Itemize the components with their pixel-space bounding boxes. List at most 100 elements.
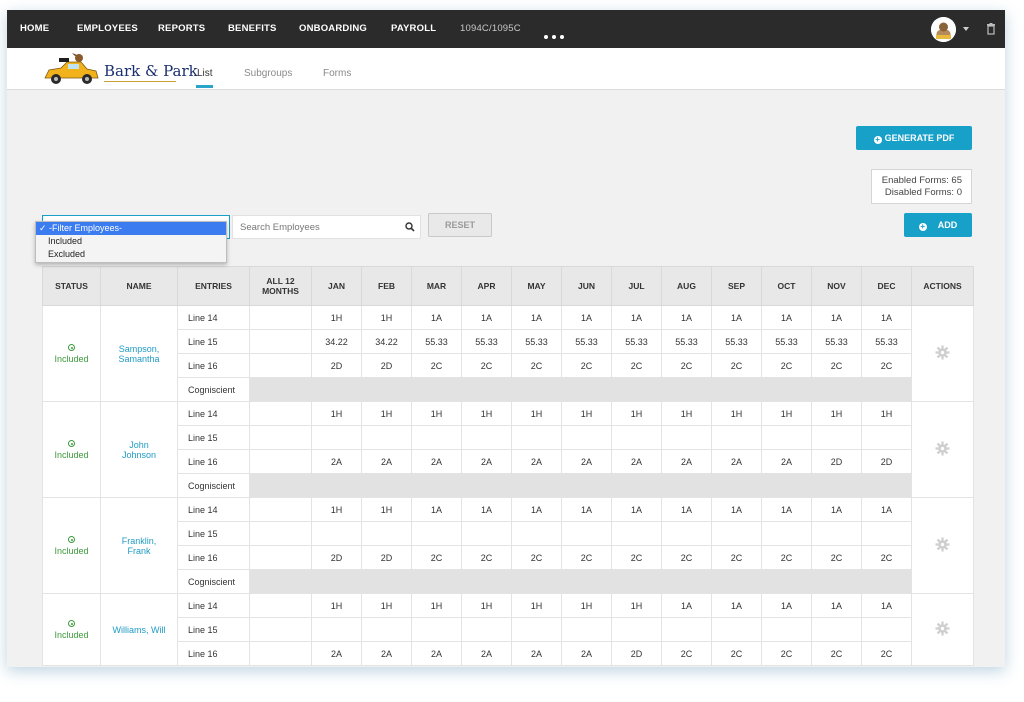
month-cell[interactable] bbox=[661, 521, 712, 546]
gear-icon[interactable] bbox=[935, 441, 950, 458]
month-cell[interactable] bbox=[861, 521, 912, 546]
month-cell[interactable]: 2A bbox=[461, 641, 512, 666]
month-cell[interactable]: 1A bbox=[411, 497, 462, 522]
month-cell[interactable] bbox=[761, 425, 812, 450]
all-months-cell[interactable] bbox=[249, 593, 312, 618]
all-months-cell[interactable] bbox=[249, 449, 312, 474]
month-cell[interactable]: 55.33 bbox=[861, 329, 912, 354]
all-months-cell[interactable] bbox=[249, 329, 312, 354]
month-cell[interactable]: 55.33 bbox=[611, 329, 662, 354]
month-cell[interactable]: 2C bbox=[811, 545, 862, 570]
month-cell[interactable]: 2C bbox=[411, 545, 462, 570]
month-cell[interactable]: 1A bbox=[561, 497, 612, 522]
month-cell[interactable] bbox=[761, 617, 812, 642]
month-cell[interactable]: 55.33 bbox=[561, 329, 612, 354]
month-cell[interactable] bbox=[311, 617, 362, 642]
gear-icon[interactable] bbox=[935, 537, 950, 554]
month-cell[interactable]: 1A bbox=[761, 497, 812, 522]
employee-name-link[interactable]: Franklin, Frank bbox=[100, 497, 178, 594]
month-cell[interactable]: 2C bbox=[861, 641, 912, 666]
month-cell[interactable]: 2C bbox=[811, 641, 862, 666]
month-cell[interactable]: 2D bbox=[361, 353, 412, 378]
month-cell[interactable]: 2C bbox=[561, 353, 612, 378]
month-cell[interactable]: 2C bbox=[661, 641, 712, 666]
month-cell[interactable]: 1H bbox=[511, 401, 562, 426]
month-cell[interactable]: 2C bbox=[761, 641, 812, 666]
month-cell[interactable]: 34.22 bbox=[311, 329, 362, 354]
employee-name-link[interactable]: Sampson, Samantha bbox=[100, 305, 178, 402]
month-cell[interactable] bbox=[611, 617, 662, 642]
month-cell[interactable]: 2C bbox=[711, 353, 762, 378]
month-cell[interactable]: 1H bbox=[511, 593, 562, 618]
trash-icon[interactable] bbox=[986, 22, 996, 40]
month-cell[interactable] bbox=[561, 521, 612, 546]
month-cell[interactable] bbox=[711, 521, 762, 546]
month-cell[interactable]: 1H bbox=[361, 497, 412, 522]
month-cell[interactable]: 2A bbox=[761, 449, 812, 474]
month-cell[interactable]: 1H bbox=[361, 593, 412, 618]
add-button[interactable]: + ADD bbox=[904, 213, 972, 237]
month-cell[interactable] bbox=[511, 617, 562, 642]
month-cell[interactable]: 55.33 bbox=[661, 329, 712, 354]
month-cell[interactable]: 2C bbox=[611, 545, 662, 570]
gear-icon[interactable] bbox=[935, 345, 950, 362]
month-cell[interactable]: 2C bbox=[661, 353, 712, 378]
month-cell[interactable]: 2A bbox=[661, 449, 712, 474]
month-cell[interactable] bbox=[461, 521, 512, 546]
month-cell[interactable]: 1A bbox=[561, 305, 612, 330]
month-cell[interactable] bbox=[511, 521, 562, 546]
month-cell[interactable]: 1H bbox=[561, 401, 612, 426]
month-cell[interactable] bbox=[811, 617, 862, 642]
month-cell[interactable] bbox=[361, 617, 412, 642]
month-cell[interactable]: 1H bbox=[711, 401, 762, 426]
month-cell[interactable] bbox=[361, 425, 412, 450]
month-cell[interactable]: 2A bbox=[611, 449, 662, 474]
filter-option-excluded[interactable]: Excluded bbox=[36, 248, 226, 261]
nav-reports[interactable]: REPORTS bbox=[158, 10, 205, 48]
all-months-cell[interactable] bbox=[249, 617, 312, 642]
month-cell[interactable]: 1A bbox=[711, 305, 762, 330]
month-cell[interactable] bbox=[711, 617, 762, 642]
month-cell[interactable]: 1A bbox=[761, 593, 812, 618]
month-cell[interactable]: 34.22 bbox=[361, 329, 412, 354]
month-cell[interactable]: 2C bbox=[511, 353, 562, 378]
month-cell[interactable]: 2D bbox=[861, 449, 912, 474]
month-cell[interactable]: 2A bbox=[461, 449, 512, 474]
month-cell[interactable] bbox=[711, 425, 762, 450]
search-input[interactable] bbox=[233, 216, 398, 238]
month-cell[interactable] bbox=[411, 425, 462, 450]
month-cell[interactable] bbox=[811, 521, 862, 546]
month-cell[interactable]: 2A bbox=[511, 641, 562, 666]
month-cell[interactable]: 2C bbox=[761, 545, 812, 570]
month-cell[interactable] bbox=[461, 617, 512, 642]
month-cell[interactable]: 1H bbox=[361, 401, 412, 426]
month-cell[interactable] bbox=[311, 425, 362, 450]
month-cell[interactable]: 1A bbox=[461, 497, 512, 522]
month-cell[interactable]: 1A bbox=[811, 497, 862, 522]
month-cell[interactable]: 1A bbox=[861, 305, 912, 330]
month-cell[interactable]: 55.33 bbox=[411, 329, 462, 354]
month-cell[interactable] bbox=[611, 521, 662, 546]
month-cell[interactable]: 1H bbox=[411, 401, 462, 426]
month-cell[interactable] bbox=[311, 521, 362, 546]
month-cell[interactable]: 2A bbox=[311, 641, 362, 666]
all-months-cell[interactable] bbox=[249, 353, 312, 378]
month-cell[interactable]: 2C bbox=[711, 641, 762, 666]
month-cell[interactable]: 2C bbox=[611, 353, 662, 378]
month-cell[interactable] bbox=[511, 425, 562, 450]
gear-icon[interactable] bbox=[935, 621, 950, 638]
month-cell[interactable] bbox=[611, 425, 662, 450]
month-cell[interactable]: 55.33 bbox=[811, 329, 862, 354]
all-months-cell[interactable] bbox=[249, 425, 312, 450]
filter-option-all[interactable]: ✓ -Filter Employees- bbox=[36, 222, 226, 235]
month-cell[interactable] bbox=[461, 425, 512, 450]
month-cell[interactable] bbox=[861, 425, 912, 450]
month-cell[interactable]: 1H bbox=[611, 593, 662, 618]
month-cell[interactable]: 1H bbox=[311, 401, 362, 426]
ellipsis-icon[interactable] bbox=[544, 26, 568, 44]
month-cell[interactable] bbox=[361, 521, 412, 546]
month-cell[interactable]: 1H bbox=[411, 593, 462, 618]
month-cell[interactable]: 2C bbox=[761, 353, 812, 378]
month-cell[interactable]: 2D bbox=[311, 545, 362, 570]
month-cell[interactable]: 2D bbox=[361, 545, 412, 570]
